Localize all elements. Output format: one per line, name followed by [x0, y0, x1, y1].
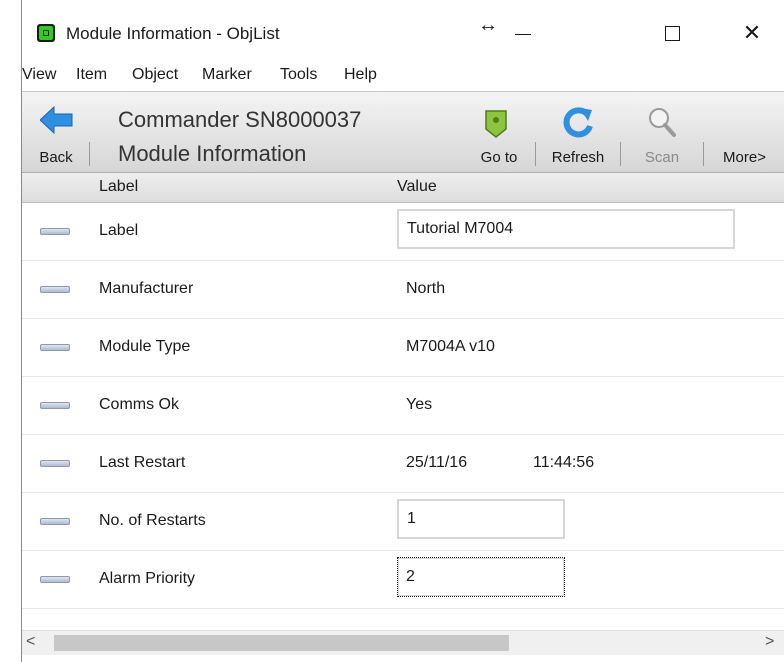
label-input[interactable]	[397, 209, 735, 249]
table-row[interactable]: Label	[22, 203, 784, 261]
row-item-icon	[40, 518, 70, 525]
row-item-icon	[40, 460, 70, 467]
scroll-left-icon[interactable]: <	[26, 633, 35, 651]
table-row[interactable]: Module Type M7004A v10	[22, 319, 784, 377]
row-value: Yes	[406, 396, 433, 413]
resize-horizontal-icon: ↔	[478, 14, 498, 36]
row-item-icon	[40, 344, 70, 351]
row-label: Alarm Priority	[99, 570, 196, 587]
scan-label: Scan	[644, 149, 680, 166]
value-column-header[interactable]: Value	[397, 178, 437, 196]
table-row[interactable]: No. of Restarts	[22, 493, 784, 551]
menu-view[interactable]: View	[22, 66, 56, 84]
magnifier-icon	[649, 108, 676, 137]
scan-button[interactable]: Scan	[621, 92, 703, 172]
menu-help[interactable]: Help	[344, 66, 377, 84]
more-button[interactable]: More>	[704, 92, 784, 172]
device-heading: Commander SN8000037	[118, 107, 362, 132]
row-label: Module Type	[99, 338, 191, 355]
title-bar[interactable]: Module Information - ObjList ↔ ✕	[22, 0, 784, 59]
refresh-label: Refresh	[551, 149, 605, 166]
app-icon	[37, 24, 55, 42]
row-label: Last Restart	[99, 454, 186, 471]
row-item-icon	[40, 402, 70, 409]
close-button[interactable]: ✕	[732, 18, 772, 48]
scroll-right-icon[interactable]: >	[765, 633, 774, 651]
more-label: More>	[723, 149, 766, 166]
row-label: No. of Restarts	[99, 512, 206, 529]
map-marker-icon	[485, 110, 507, 138]
column-header: Label Value	[22, 173, 784, 203]
back-arrow-icon	[40, 106, 73, 134]
menu-object[interactable]: Object	[132, 66, 178, 84]
go-to-label: Go to	[480, 149, 518, 166]
maximize-icon	[665, 26, 680, 41]
maximize-button[interactable]	[652, 18, 692, 48]
back-button[interactable]: Back	[22, 92, 90, 172]
toolbar: Back Commander SN8000037 Module Informat…	[22, 91, 784, 173]
minimize-icon	[515, 34, 531, 35]
table-row[interactable]: Manufacturer North	[22, 261, 784, 319]
row-item-icon	[40, 228, 70, 235]
row-label: Label	[99, 222, 139, 239]
minimize-button[interactable]	[502, 18, 542, 48]
row-item-icon	[40, 576, 70, 583]
back-label: Back	[39, 149, 73, 166]
menu-bar: View Item Object Marker Tools Help	[22, 59, 784, 91]
menu-item[interactable]: Item	[76, 66, 107, 84]
row-value-date: 25/11/16	[406, 454, 468, 471]
window-title: Module Information - ObjList	[66, 24, 280, 43]
row-value: M7004A v10	[406, 338, 495, 355]
module-information-window: Module Information - ObjList ↔ ✕ View It…	[21, 0, 784, 662]
toolbar-separator	[89, 142, 90, 166]
refresh-button[interactable]: Refresh	[536, 92, 620, 172]
scrollbar-thumb[interactable]	[54, 635, 509, 651]
restarts-input[interactable]	[397, 499, 565, 539]
property-list: Label Manufacturer North Module Type M70…	[22, 203, 784, 630]
menu-tools[interactable]: Tools	[280, 66, 317, 84]
row-label: Comms Ok	[99, 396, 179, 413]
table-row[interactable]: Last Restart 25/11/16 11:44:56	[22, 435, 784, 493]
label-column-header[interactable]: Label	[99, 178, 138, 196]
row-item-icon	[40, 286, 70, 293]
page-title: Module Information	[118, 141, 307, 166]
refresh-icon	[563, 107, 593, 138]
go-to-button[interactable]: Go to	[463, 92, 535, 172]
horizontal-scrollbar[interactable]: < >	[22, 630, 784, 655]
alarm-priority-input[interactable]	[397, 557, 565, 597]
table-row[interactable]: Comms Ok Yes	[22, 377, 784, 435]
row-value-time: 11:44:56	[533, 454, 595, 471]
table-row[interactable]: Alarm Priority	[22, 551, 784, 609]
row-label: Manufacturer	[99, 280, 194, 297]
row-value: North	[406, 280, 446, 297]
menu-marker[interactable]: Marker	[202, 66, 252, 84]
